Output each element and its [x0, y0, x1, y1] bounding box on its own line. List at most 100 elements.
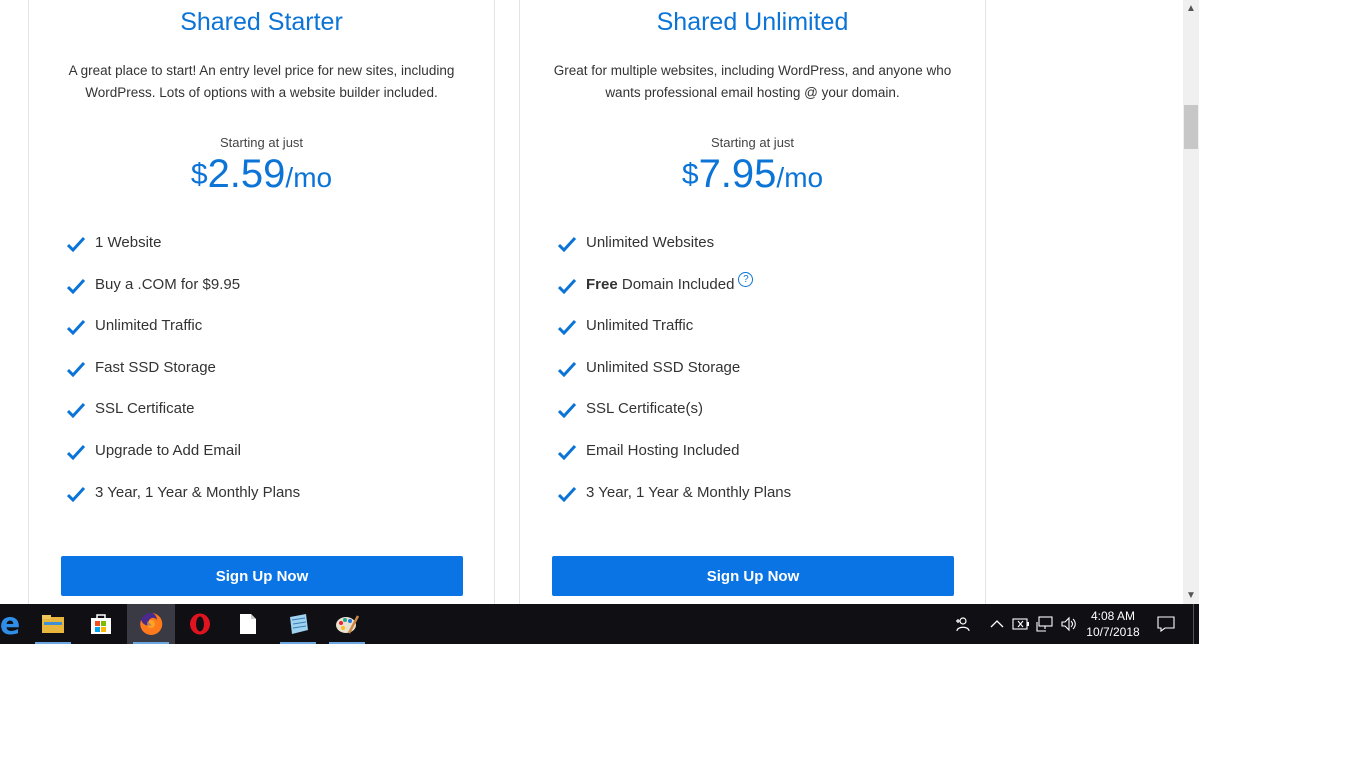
- checkmark-icon: [558, 319, 580, 337]
- price-period: /mo: [285, 162, 333, 193]
- checkmark-icon: [558, 444, 580, 462]
- price-amount: 7.95: [698, 152, 777, 196]
- tray-volume[interactable]: [1058, 604, 1080, 644]
- feature-item: Unlimited Traffic: [558, 317, 791, 359]
- feature-item: Unlimited SSD Storage: [558, 359, 791, 401]
- feature-label: Buy a .COM for $9.95: [95, 275, 241, 293]
- feature-item: Unlimited Traffic: [67, 317, 300, 359]
- tray-people[interactable]: [950, 604, 974, 644]
- feature-item: 1 Website: [67, 234, 300, 276]
- checkmark-icon: [67, 319, 89, 337]
- starting-label: Starting at just: [710, 135, 795, 150]
- taskbar-app-firefox[interactable]: [127, 604, 175, 644]
- feature-item: Fast SSD Storage: [67, 359, 300, 401]
- volume-icon: [1061, 616, 1076, 632]
- taskbar-app-store[interactable]: [77, 604, 125, 644]
- taskbar-app-document[interactable]: [224, 604, 272, 644]
- app-running-indicator: [133, 642, 169, 644]
- feature-item: SSL Certificate: [67, 400, 300, 442]
- feature-list: Unlimited Websites Free Domain Included? U…: [558, 234, 791, 525]
- feature-label: SSL Certificate: [95, 400, 195, 418]
- feature-highlight: Free: [586, 275, 618, 293]
- feature-text: 3 Year, 1 Year & Monthly Plans: [586, 484, 791, 501]
- document-icon: [240, 614, 256, 634]
- feature-text: Fast SSD Storage: [95, 359, 216, 376]
- network-icon: [1036, 616, 1053, 632]
- feature-label: 3 Year, 1 Year & Monthly Plans: [95, 483, 301, 501]
- edge-icon: e: [0, 606, 21, 642]
- checkmark-icon: [558, 236, 580, 254]
- feature-text: Email Hosting Included: [586, 442, 739, 459]
- tray-input[interactable]: [1010, 604, 1032, 644]
- taskbar-app-file-explorer[interactable]: [29, 604, 77, 644]
- app-running-indicator: [35, 642, 71, 644]
- feature-label: Email Hosting Included: [586, 441, 740, 459]
- taskbar-app-notepad[interactable]: [274, 604, 322, 644]
- feature-label: Domain Included: [617, 275, 735, 293]
- checkmark-icon: [67, 486, 89, 504]
- feature-item: Buy a .COM for $9.95: [67, 276, 300, 318]
- feature-item: Unlimited Websites: [558, 234, 791, 276]
- price-period: /mo: [776, 162, 824, 193]
- checkmark-icon: [558, 361, 580, 379]
- help-icon[interactable]: ?: [738, 271, 754, 287]
- scroll-thumb[interactable]: [1184, 105, 1198, 149]
- feature-item: SSL Certificate(s): [558, 400, 791, 442]
- sign-up-button[interactable]: Sign Up Now: [552, 556, 954, 596]
- clock-date: 10/7/2018: [1086, 625, 1140, 639]
- feature-list: 1 Website Buy a .COM for $9.95 Unlimited T…: [67, 234, 300, 525]
- notification-icon: [1157, 616, 1175, 632]
- people-icon: [956, 617, 970, 632]
- scroll-down-arrow-icon[interactable]: ▼: [1183, 587, 1199, 604]
- feature-item: 3 Year, 1 Year & Monthly Plans: [67, 484, 300, 526]
- tray-action-center[interactable]: [1154, 604, 1178, 644]
- notepad-icon: [290, 614, 308, 634]
- feature-item: Email Hosting Included: [558, 442, 791, 484]
- feature-text: SSL Certificate(s): [586, 400, 703, 417]
- plan-title: Shared Unlimited: [656, 8, 849, 36]
- store-icon: [91, 614, 111, 634]
- taskbar-app-opera[interactable]: [176, 604, 224, 644]
- app-running-indicator: [329, 642, 365, 644]
- feature-text: Buy a .COM for $9.95: [95, 276, 240, 293]
- feature-label: 3 Year, 1 Year & Monthly Plans: [586, 483, 792, 501]
- feature-item: Upgrade to Add Email: [67, 442, 300, 484]
- plan-title: Shared Starter: [180, 8, 343, 36]
- feature-item: 3 Year, 1 Year & Monthly Plans: [558, 484, 791, 526]
- taskbar: e 4:08 AM 10/7/2018: [0, 604, 1199, 644]
- tray-network[interactable]: [1034, 604, 1056, 644]
- feature-label: Upgrade to Add Email: [95, 441, 241, 459]
- plan-card-shared-unlimited: Shared Unlimited Great for multiple webs…: [519, 0, 986, 604]
- tray-show-hidden[interactable]: [986, 604, 1008, 644]
- plan-card-shared-starter: Shared Starter A great place to start! A…: [28, 0, 495, 604]
- vertical-scrollbar[interactable]: ▲ ▼: [1183, 0, 1199, 604]
- checkmark-icon: [67, 402, 89, 420]
- feature-text: Unlimited Websites: [586, 234, 714, 251]
- system-clock[interactable]: 4:08 AM 10/7/2018: [1080, 608, 1146, 640]
- firefox-icon: [140, 612, 163, 635]
- opera-icon: [190, 613, 210, 635]
- price-amount: 2.59: [207, 152, 286, 196]
- keyboard-battery-icon: [1012, 618, 1029, 630]
- feature-label: Unlimited Traffic: [586, 317, 694, 335]
- price-currency: $: [681, 158, 699, 191]
- feature-label: Unlimited SSD Storage: [586, 358, 741, 376]
- taskbar-app-paint[interactable]: [323, 604, 371, 644]
- feature-text: Unlimited SSD Storage: [586, 359, 740, 376]
- feature-label: Unlimited Traffic: [95, 317, 203, 335]
- feature-text: 1 Website: [95, 234, 161, 251]
- checkmark-icon: [67, 236, 89, 254]
- feature-text: Upgrade to Add Email: [95, 442, 241, 459]
- sign-up-button[interactable]: Sign Up Now: [61, 556, 463, 596]
- feature-text: 3 Year, 1 Year & Monthly Plans: [95, 484, 300, 501]
- feature-label: Fast SSD Storage: [95, 358, 216, 376]
- scroll-up-arrow-icon[interactable]: ▲: [1183, 0, 1199, 17]
- checkmark-icon: [558, 402, 580, 420]
- feature-item: Free Domain Included?: [558, 271, 791, 318]
- browser-viewport: Shared Starter A great place to start! A…: [0, 0, 1183, 604]
- show-desktop-button[interactable]: [1193, 604, 1200, 644]
- paint-icon: [336, 615, 359, 634]
- feature-text: Unlimited Traffic: [95, 317, 202, 334]
- checkmark-icon: [558, 486, 580, 504]
- price-currency: $: [190, 158, 208, 191]
